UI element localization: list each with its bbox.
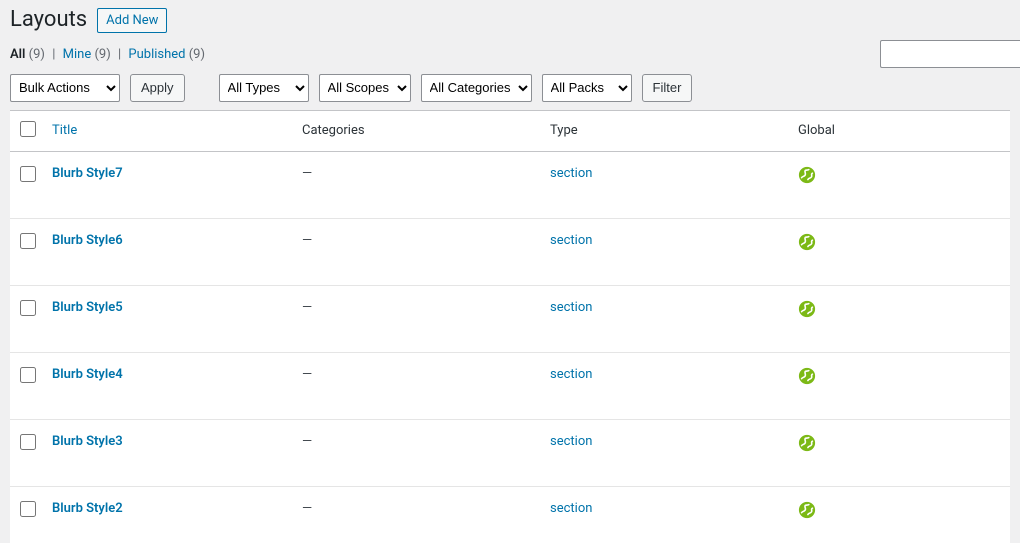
row-checkbox[interactable] — [20, 367, 36, 383]
row-title-link[interactable]: Blurb Style7 — [52, 166, 123, 181]
row-categories-value: — — [302, 501, 312, 516]
view-filters: All (9) | Mine (9) | Published (9) — [10, 47, 1010, 62]
row-checkbox[interactable] — [20, 166, 36, 182]
row-checkbox-cell — [10, 218, 44, 285]
header-checkbox-cell — [10, 110, 44, 151]
table-row: Blurb Style6 — section — [10, 218, 1010, 285]
view-published-count: (9) — [189, 47, 205, 62]
row-checkbox-cell — [10, 285, 44, 352]
row-categories-value: — — [302, 233, 312, 248]
row-categories-cell: — — [294, 285, 542, 352]
row-type-link[interactable]: section — [550, 367, 592, 382]
bulk-actions-select[interactable]: Bulk Actions — [10, 74, 120, 102]
globe-icon — [798, 300, 816, 318]
table-row: Blurb Style4 — section — [10, 352, 1010, 419]
table-row: Blurb Style5 — section — [10, 285, 1010, 352]
view-published-link[interactable]: Published — [128, 47, 185, 62]
row-type-cell: section — [542, 151, 790, 218]
header-categories: Categories — [294, 110, 542, 151]
header-type: Type — [542, 110, 790, 151]
all-categories-select[interactable]: All Categories — [421, 74, 532, 102]
row-checkbox[interactable] — [20, 233, 36, 249]
row-type-cell: section — [542, 486, 790, 543]
row-checkbox-cell — [10, 419, 44, 486]
row-title-cell: Blurb Style3 — [44, 419, 294, 486]
search-box — [880, 40, 1020, 68]
header-title[interactable]: Title — [44, 110, 294, 151]
page-header: Layouts Add New — [10, 6, 1010, 35]
row-title-cell: Blurb Style6 — [44, 218, 294, 285]
view-published[interactable]: Published (9) — [128, 47, 205, 62]
view-all[interactable]: All (9) | — [10, 47, 63, 62]
row-type-cell: section — [542, 218, 790, 285]
row-checkbox[interactable] — [20, 434, 36, 450]
globe-icon — [798, 166, 816, 184]
row-categories-cell: — — [294, 151, 542, 218]
header-global: Global — [790, 110, 1010, 151]
globe-icon — [798, 434, 816, 452]
table-row: Blurb Style2 — section — [10, 486, 1010, 543]
row-type-link[interactable]: section — [550, 300, 592, 315]
select-all-checkbox[interactable] — [20, 121, 36, 137]
row-categories-value: — — [302, 166, 312, 181]
apply-button[interactable]: Apply — [130, 74, 185, 102]
row-type-cell: section — [542, 419, 790, 486]
row-title-link[interactable]: Blurb Style6 — [52, 233, 123, 248]
row-categories-value: — — [302, 300, 312, 315]
globe-icon — [798, 501, 816, 519]
row-categories-cell: — — [294, 218, 542, 285]
row-type-link[interactable]: section — [550, 166, 592, 181]
row-title-cell: Blurb Style5 — [44, 285, 294, 352]
view-mine-count: (9) — [94, 47, 110, 62]
row-title-link[interactable]: Blurb Style3 — [52, 434, 123, 449]
row-checkbox[interactable] — [20, 501, 36, 517]
row-global-cell — [790, 151, 1010, 218]
page-title: Layouts — [10, 6, 87, 35]
view-mine[interactable]: Mine (9) | — [63, 47, 129, 62]
row-title-cell: Blurb Style7 — [44, 151, 294, 218]
globe-icon — [798, 367, 816, 385]
row-global-cell — [790, 285, 1010, 352]
filter-button[interactable]: Filter — [642, 74, 693, 102]
row-global-cell — [790, 486, 1010, 543]
all-scopes-select[interactable]: All Scopes — [319, 74, 411, 102]
row-categories-value: — — [302, 434, 312, 449]
row-title-link[interactable]: Blurb Style4 — [52, 367, 123, 382]
layouts-table: Title Categories Type Global Blurb Style… — [10, 110, 1010, 543]
row-checkbox-cell — [10, 151, 44, 218]
header-title-link[interactable]: Title — [52, 123, 77, 138]
row-checkbox-cell — [10, 352, 44, 419]
row-global-cell — [790, 352, 1010, 419]
tablenav-top: Bulk Actions Apply All Types All Scopes … — [10, 68, 1010, 110]
row-type-cell: section — [542, 352, 790, 419]
add-new-button[interactable]: Add New — [97, 8, 167, 33]
table-row: Blurb Style7 — section — [10, 151, 1010, 218]
row-categories-value: — — [302, 367, 312, 382]
view-all-link[interactable]: All — [10, 47, 25, 62]
row-categories-cell: — — [294, 352, 542, 419]
row-categories-cell: — — [294, 486, 542, 543]
row-global-cell — [790, 419, 1010, 486]
admin-page: Layouts Add New All (9) | Mine (9) | Pub… — [0, 0, 1020, 543]
row-title-cell: Blurb Style2 — [44, 486, 294, 543]
row-type-cell: section — [542, 285, 790, 352]
row-global-cell — [790, 218, 1010, 285]
view-all-count: (9) — [29, 47, 45, 62]
row-title-cell: Blurb Style4 — [44, 352, 294, 419]
globe-icon — [798, 233, 816, 251]
search-input[interactable] — [880, 40, 1020, 68]
row-type-link[interactable]: section — [550, 501, 592, 516]
table-row: Blurb Style3 — section — [10, 419, 1010, 486]
row-type-link[interactable]: section — [550, 233, 592, 248]
row-checkbox-cell — [10, 486, 44, 543]
all-types-select[interactable]: All Types — [219, 74, 309, 102]
view-mine-link[interactable]: Mine — [63, 47, 92, 62]
row-title-link[interactable]: Blurb Style2 — [52, 501, 123, 516]
all-packs-select[interactable]: All Packs — [542, 74, 632, 102]
row-categories-cell: — — [294, 419, 542, 486]
row-title-link[interactable]: Blurb Style5 — [52, 300, 123, 315]
row-type-link[interactable]: section — [550, 434, 592, 449]
row-checkbox[interactable] — [20, 300, 36, 316]
